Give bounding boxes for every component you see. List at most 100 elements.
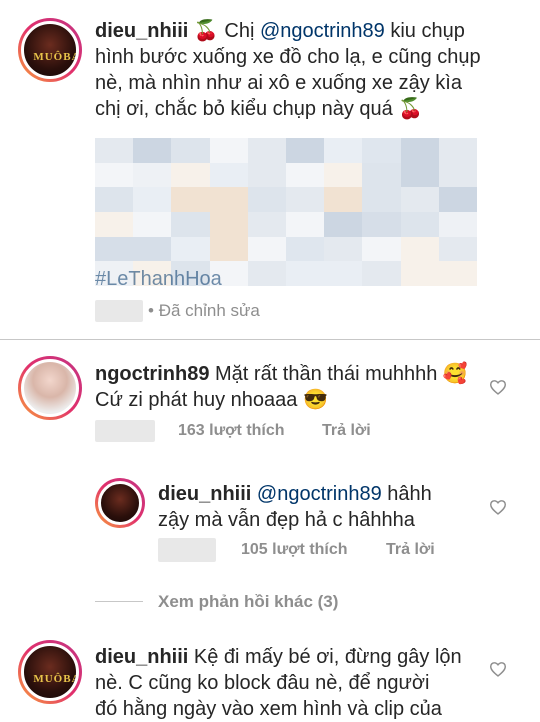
heart-outline-icon[interactable] (489, 661, 507, 677)
mosaic-cell (171, 187, 210, 212)
mosaic-cell (286, 162, 325, 188)
edited-dot: • (148, 301, 159, 320)
reply-line-1: dieu_nhiii @ngoctrinh89 hâhh (158, 481, 498, 507)
mosaic-cell (95, 162, 134, 188)
mosaic-cell (133, 211, 172, 237)
last-comment-avatar[interactable]: MUÔBA (18, 640, 82, 704)
mosaic-cell (286, 236, 325, 262)
comment-reply-button[interactable]: Trả lời (322, 422, 371, 440)
caption-mention[interactable]: @ngoctrinh89 (260, 20, 385, 42)
mosaic-cell (400, 162, 439, 188)
comment-line-1: ngoctrinh89 Mặt rất thần thái muhhhh 🥰 (95, 361, 495, 387)
mosaic-cell (171, 162, 210, 188)
mosaic-cell (400, 187, 439, 212)
heart-outline-icon[interactable] (489, 499, 507, 515)
view-more-replies[interactable]: Xem phản hồi khác (3) (158, 591, 338, 613)
reply-likes[interactable]: 105 lượt thích (241, 541, 348, 559)
mosaic-cell (286, 211, 325, 237)
mosaic-cell (95, 211, 134, 237)
mosaic-cell (324, 187, 363, 212)
reply-avatar[interactable] (95, 478, 145, 528)
comment-text: ngoctrinh89 Mặt rất thần thái muhhhh 🥰 C… (95, 361, 495, 413)
mosaic-cell (209, 187, 248, 212)
mosaic-cell (362, 211, 401, 237)
mosaic-cell (400, 261, 439, 286)
mosaic-cell (247, 187, 286, 212)
edited-label: • Đã chỉnh sửa (148, 300, 260, 322)
caption-username[interactable]: dieu_nhiii (95, 20, 188, 42)
last-comment-line-3: đó hằng ngày vào xem hình và clip của (95, 698, 442, 720)
mosaic-cell (247, 261, 286, 286)
mosaic-cell (209, 211, 248, 237)
mosaic-cell (209, 236, 248, 262)
reply-text: dieu_nhiii @ngoctrinh89 hâhh zậy mà vẫn … (158, 481, 498, 533)
mosaic-cell (362, 187, 401, 212)
mosaic-cell (400, 236, 439, 262)
caption-avatar[interactable]: MUÔBA (18, 18, 82, 82)
mosaic-cell (438, 261, 477, 286)
mosaic-cell (438, 211, 477, 237)
mosaic-cell (95, 138, 134, 163)
mosaic-cell (400, 138, 439, 163)
hashtag-partial: #LeThanhHoa (95, 268, 222, 290)
mosaic-cell (400, 211, 439, 237)
heart-outline-icon[interactable] (489, 379, 507, 395)
caption-text-part: Chị (224, 20, 260, 42)
mosaic-cell (438, 187, 477, 212)
mosaic-cell (209, 162, 248, 188)
edited-text: Đã chỉnh sửa (158, 301, 260, 320)
mosaic-cell (438, 236, 477, 262)
more-replies-line (95, 601, 143, 602)
comment-body: Mặt rất thần thái muhhhh 🥰 (215, 363, 468, 385)
avatar-logo: MUÔBA (33, 51, 79, 64)
comment-time-blurred (95, 420, 155, 442)
mosaic-cell (95, 187, 134, 212)
mosaic-cell (95, 236, 134, 262)
comment-likes[interactable]: 163 lượt thích (178, 422, 285, 440)
reply-time-blurred (158, 538, 216, 562)
caption-line-2: hình bước xuống xe đồ cho lạ, e cũng chụ… (95, 46, 481, 68)
cherry-emoji: 🍒 (193, 20, 219, 42)
mosaic-cell (324, 162, 363, 188)
caption-text-part: kiu chụp (384, 20, 465, 42)
mosaic-cell (362, 236, 401, 262)
last-comment-body: Kệ đi mấy bé ơi, đừng gây lộn (193, 646, 462, 668)
reply-line-2: zậy mà vẫn đẹp hả c hâhhha (158, 509, 415, 531)
mosaic-cell (324, 138, 363, 163)
mosaic-cell (209, 138, 248, 163)
mosaic-cell (171, 236, 210, 262)
mosaic-cell (247, 162, 286, 188)
reply-mention[interactable]: @ngoctrinh89 (257, 483, 382, 505)
mosaic-cell (247, 236, 286, 262)
timestamp-blurred (95, 300, 143, 322)
mosaic-cell (324, 211, 363, 237)
caption-divider (0, 339, 540, 340)
last-comment-username[interactable]: dieu_nhiii (95, 646, 188, 668)
mosaic-cell (171, 138, 210, 163)
mosaic-cell (133, 187, 172, 212)
comment-avatar[interactable] (18, 356, 82, 420)
mosaic-cell (362, 261, 401, 286)
mosaic-cell (324, 236, 363, 262)
last-comment-line-2: nè. C cũng ko block đâu nè, để người (95, 672, 430, 694)
caption-line-4: chị ơi, chắc bỏ kiểu chụp này quá 🍒 (95, 98, 424, 120)
mosaic-cell (438, 138, 477, 163)
comment-username[interactable]: ngoctrinh89 (95, 363, 209, 385)
reply-body: hâhh (381, 483, 432, 505)
caption-text: dieu_nhiii 🍒 Chị @ngoctrinh89 kiu chụp h… (95, 18, 535, 122)
mosaic-cell (362, 138, 401, 163)
mosaic-cell (133, 236, 172, 262)
reply-username[interactable]: dieu_nhiii (158, 483, 251, 505)
last-comment-line-1: dieu_nhiii Kệ đi mấy bé ơi, đừng gây lộn (95, 644, 495, 670)
mosaic-cell (362, 162, 401, 188)
avatar-logo: MUÔBA (33, 673, 79, 686)
comment-line-2: Cứ zi phát huy nhoaaa 😎 (95, 389, 328, 411)
reply-reply-button[interactable]: Trả lời (386, 541, 435, 559)
mosaic-cell (324, 261, 363, 286)
last-comment-text: dieu_nhiii Kệ đi mấy bé ơi, đừng gây lộn… (95, 644, 495, 722)
mosaic-cell (286, 187, 325, 212)
caption-line-1: dieu_nhiii 🍒 Chị @ngoctrinh89 kiu chụp (95, 18, 535, 44)
mosaic-cell (438, 162, 477, 188)
mosaic-cell (286, 261, 325, 286)
mosaic-cell (247, 211, 286, 237)
